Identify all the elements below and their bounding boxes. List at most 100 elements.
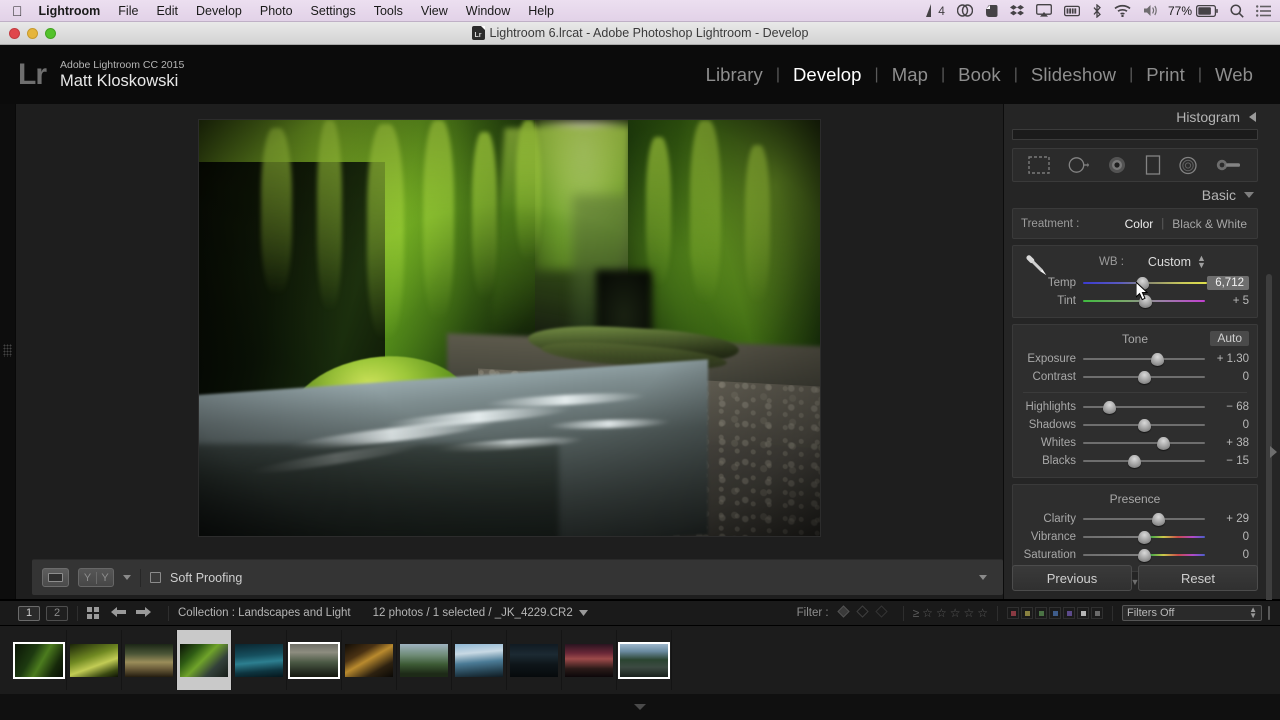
radial-filter-icon[interactable] [1178, 156, 1198, 175]
highlights-value[interactable]: − 68 [1205, 401, 1249, 413]
menu-item-tools[interactable]: Tools [365, 4, 412, 18]
whites-value[interactable]: + 38 [1205, 437, 1249, 449]
rating-operator[interactable]: ≥ [913, 606, 920, 620]
crop-overlay-icon[interactable] [1028, 156, 1050, 174]
module-book[interactable]: Book [945, 64, 1014, 86]
filmstrip-item-9[interactable] [452, 630, 507, 690]
rating-filter[interactable]: ≥ ☆ ☆ ☆ ☆ ☆ [913, 606, 988, 620]
color-label-green[interactable] [1035, 607, 1047, 619]
dropbox-icon[interactable] [1004, 4, 1030, 17]
grid-view-icon[interactable] [87, 607, 99, 619]
filmstrip-item-1[interactable] [12, 630, 67, 690]
spotlight-search-icon[interactable] [1224, 3, 1250, 18]
histogram-graph[interactable] [1012, 129, 1258, 140]
color-label-white[interactable] [1077, 607, 1089, 619]
histogram-collapse-arrow-icon[interactable] [1249, 111, 1256, 122]
right-panel-scrollbar[interactable] [1266, 274, 1272, 604]
filmstrip-item-5[interactable] [232, 630, 287, 690]
blacks-value[interactable]: − 15 [1205, 455, 1249, 467]
flag-picked-icon[interactable] [829, 605, 856, 621]
shadows-value[interactable]: 0 [1205, 419, 1249, 431]
graduated-filter-icon[interactable] [1145, 155, 1161, 175]
saturation-slider-track[interactable] [1083, 548, 1205, 562]
contrast-value[interactable]: 0 [1205, 371, 1249, 383]
menu-item-file[interactable]: File [109, 4, 147, 18]
filter-lock-icon[interactable] [1262, 606, 1280, 620]
menu-item-lightroom[interactable]: Lightroom [37, 4, 110, 18]
previous-button[interactable]: Previous [1012, 565, 1132, 591]
left-panel-collapsed[interactable] [0, 104, 16, 599]
color-label-blue[interactable] [1049, 607, 1061, 619]
flag-rejected-icon[interactable] [874, 605, 894, 621]
identity-plate[interactable]: Lr Adobe Lightroom CC 2015 Matt Kloskows… [0, 59, 184, 91]
module-slideshow[interactable]: Slideshow [1018, 64, 1129, 86]
main-window-button[interactable]: 1 [18, 605, 40, 621]
clarity-value[interactable]: + 29 [1205, 513, 1249, 525]
collection-label[interactable]: Collection : Landscapes and Light [178, 607, 351, 619]
exposure-slider-track[interactable] [1083, 352, 1205, 366]
histogram-header[interactable]: Histogram [1004, 104, 1266, 129]
filmstrip-item-8[interactable] [397, 630, 452, 690]
airplay-icon[interactable] [1030, 4, 1058, 17]
star-3-icon[interactable]: ☆ [950, 606, 961, 620]
soft-proofing-checkbox[interactable] [150, 572, 161, 583]
menu-item-help[interactable]: Help [519, 4, 563, 18]
creative-cloud-icon[interactable] [951, 4, 979, 17]
white-balance-stepper-icon[interactable]: ▲ ▼ [1197, 254, 1206, 270]
treatment-option-black-and-white[interactable]: Black & White [1172, 217, 1247, 231]
highlights-slider-track[interactable] [1083, 400, 1205, 414]
battery-status-icon[interactable] [1196, 4, 1224, 17]
filmstrip-collapse-bar[interactable] [0, 694, 1280, 720]
module-library[interactable]: Library [693, 64, 776, 86]
clarity-slider-track[interactable] [1083, 512, 1205, 526]
go-forward-icon[interactable] [134, 606, 159, 621]
right-panel-hide-arrow-icon[interactable] [1268, 444, 1278, 460]
color-label-none[interactable] [1091, 607, 1103, 619]
before-after-icon[interactable]: YY [78, 568, 114, 587]
photo-count-chevron-down-icon[interactable] [573, 607, 588, 619]
star-1-icon[interactable]: ☆ [922, 606, 933, 620]
module-web[interactable]: Web [1202, 64, 1266, 86]
vibrance-slider-track[interactable] [1083, 530, 1205, 544]
bluetooth-icon[interactable] [1086, 3, 1108, 18]
module-develop[interactable]: Develop [780, 64, 875, 86]
saturation-value[interactable]: 0 [1205, 549, 1249, 561]
white-balance-value[interactable]: Custom [1148, 255, 1191, 269]
filmstrip-item-11[interactable] [562, 630, 617, 690]
red-eye-correction-icon[interactable] [1107, 156, 1127, 174]
second-window-button[interactable]: 2 [46, 605, 68, 621]
menu-item-photo[interactable]: Photo [251, 4, 302, 18]
menu-item-develop[interactable]: Develop [187, 4, 251, 18]
white-balance-selector-icon[interactable] [1020, 249, 1054, 283]
filmstrip-collapse-chevron-down-icon[interactable] [634, 704, 646, 710]
zoom-button[interactable] [45, 28, 56, 39]
wifi-icon[interactable] [1108, 4, 1137, 17]
color-label-red[interactable] [1007, 607, 1019, 619]
color-label-purple[interactable] [1063, 607, 1075, 619]
menu-item-window[interactable]: Window [457, 4, 519, 18]
filmstrip-item-6[interactable] [287, 630, 342, 690]
loupe-view-icon[interactable] [42, 568, 69, 587]
star-4-icon[interactable]: ☆ [963, 606, 974, 620]
filter-preset-select[interactable]: Filters Off ▲ ▼ [1122, 605, 1262, 621]
module-map[interactable]: Map [879, 64, 941, 86]
minimize-button[interactable] [27, 28, 38, 39]
left-panel-show-arrow-icon[interactable] [3, 342, 12, 358]
vibrance-value[interactable]: 0 [1205, 531, 1249, 543]
filmstrip-item-7[interactable] [342, 630, 397, 690]
blacks-slider-track[interactable] [1083, 454, 1205, 468]
toolbar-hide-chevron-down-icon[interactable] [979, 575, 987, 580]
exposure-value[interactable]: + 1.30 [1205, 353, 1249, 365]
contrast-slider-track[interactable] [1083, 370, 1205, 384]
volume-icon[interactable] [1137, 4, 1166, 17]
temp-value[interactable]: 6,712 [1207, 276, 1249, 290]
whites-slider-track[interactable] [1083, 436, 1205, 450]
flag-unflagged-icon[interactable] [855, 605, 875, 621]
notification-center-icon[interactable] [1250, 4, 1280, 17]
menu-item-settings[interactable]: Settings [302, 4, 365, 18]
color-label-yellow[interactable] [1021, 607, 1033, 619]
go-back-icon[interactable] [99, 606, 134, 621]
filmstrip-item-10[interactable] [507, 630, 562, 690]
close-button[interactable] [9, 28, 20, 39]
star-5-icon[interactable]: ☆ [977, 606, 988, 620]
